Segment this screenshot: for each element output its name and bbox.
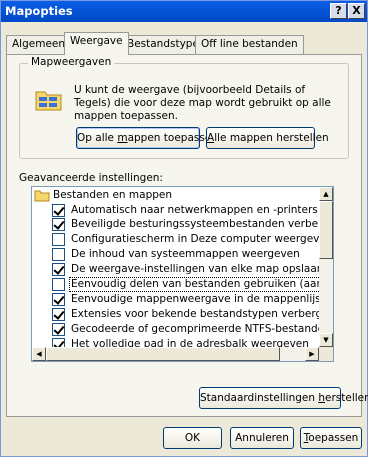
setting-checkbox[interactable] bbox=[52, 338, 65, 347]
setting-checkbox[interactable] bbox=[52, 263, 65, 276]
horizontal-scroll-thumb[interactable] bbox=[46, 347, 280, 361]
scroll-right-icon[interactable]: ▶ bbox=[305, 347, 319, 361]
setting-label: De weergave-instellingen van elke map op… bbox=[71, 263, 319, 275]
reset-all-folders-button[interactable]: Alle mappen herstellen bbox=[206, 127, 329, 149]
restore-text-2: erstellen bbox=[325, 392, 368, 404]
setting-checkbox[interactable] bbox=[52, 248, 65, 261]
setting-checkbox[interactable] bbox=[52, 204, 65, 217]
folder-icon bbox=[34, 190, 50, 202]
setting-checkbox[interactable] bbox=[52, 308, 65, 321]
scroll-down-icon[interactable]: ▼ bbox=[319, 333, 333, 347]
setting-label: Configuratiescherm in Deze computer weer… bbox=[71, 233, 319, 245]
setting-label: Automatisch naar netwerkmappen en -print… bbox=[71, 204, 319, 216]
setting-label: Gecodeerde of gecomprimeerde NTFS-bestan… bbox=[71, 323, 319, 335]
vertical-scroll-thumb[interactable] bbox=[319, 201, 333, 259]
cancel-button[interactable]: Annuleren bbox=[230, 427, 294, 449]
apply-text-2: oepassen bbox=[308, 432, 359, 444]
tab-algemeen[interactable]: Algemeen bbox=[6, 35, 72, 54]
setting-label: Eenvoudig delen van bestanden gebruiken … bbox=[68, 277, 319, 292]
setting-label: Eenvoudige mappenweergave in de mappenli… bbox=[71, 293, 319, 305]
setting-label: Het volledige pad in de adresbalk weerge… bbox=[71, 338, 309, 347]
horizontal-scrollbar[interactable]: ◀ ▶ bbox=[32, 347, 319, 361]
ok-button[interactable]: OK bbox=[163, 427, 222, 449]
apply-button[interactable]: Toepassen bbox=[300, 427, 362, 449]
vertical-scrollbar[interactable]: ▲ ▼ bbox=[319, 187, 333, 347]
tree-rows: Bestanden en mappen Automatisch naar net… bbox=[32, 187, 319, 347]
setting-label: Beveiligde besturingssysteembestanden ve… bbox=[71, 218, 319, 230]
setting-checkbox[interactable] bbox=[52, 293, 65, 306]
setting-checkbox[interactable] bbox=[52, 233, 65, 246]
scroll-left-icon[interactable]: ◀ bbox=[32, 347, 46, 361]
setting-checkbox[interactable] bbox=[52, 323, 65, 336]
tab-weergave[interactable]: Weergave bbox=[64, 32, 129, 55]
restore-defaults-button[interactable]: Standaardinstellingen herstellen bbox=[199, 387, 368, 409]
apply-all-text-1: Op alle bbox=[77, 132, 118, 144]
advanced-settings-label: Geavanceerde instellingen: bbox=[19, 172, 163, 184]
folder-views-legend: Mapweergaven bbox=[28, 56, 115, 68]
setting-checkbox[interactable] bbox=[52, 278, 65, 291]
apply-to-all-folders-button[interactable]: Op alle mappen toepassen bbox=[76, 127, 218, 149]
setting-checkbox[interactable] bbox=[52, 218, 65, 231]
folder-view-icon bbox=[35, 91, 62, 111]
setting-label: Extensies voor bekende bestandstypen ver… bbox=[71, 308, 319, 320]
title-bar[interactable]: Mapopties ? X bbox=[1, 1, 367, 22]
restore-text-1: Standaardinstellingen bbox=[200, 392, 319, 404]
close-button[interactable]: X bbox=[348, 3, 365, 19]
help-button[interactable]: ? bbox=[330, 3, 347, 19]
setting-label: De inhoud van systeemmappen weergeven bbox=[71, 248, 300, 260]
scrollbar-corner bbox=[319, 347, 333, 361]
apply-all-accel: m bbox=[117, 132, 128, 144]
window-title: Mapopties bbox=[5, 4, 73, 18]
folder-options-dialog: Mapopties ? X Algemeen Weergave Bestands… bbox=[0, 0, 368, 457]
scroll-up-icon[interactable]: ▲ bbox=[319, 187, 333, 201]
apply-all-text-2: appen toepassen bbox=[127, 132, 218, 144]
tree-folder-label: Bestanden en mappen bbox=[53, 189, 173, 201]
folder-views-description: U kunt de weergave (bijvoorbeeld Details… bbox=[74, 84, 331, 122]
reset-all-text-2: lle mappen herstellen bbox=[214, 132, 329, 144]
advanced-settings-tree[interactable]: Bestanden en mappen Automatisch naar net… bbox=[31, 186, 334, 362]
tab-off-line-bestanden[interactable]: Off line bestanden bbox=[195, 35, 304, 54]
